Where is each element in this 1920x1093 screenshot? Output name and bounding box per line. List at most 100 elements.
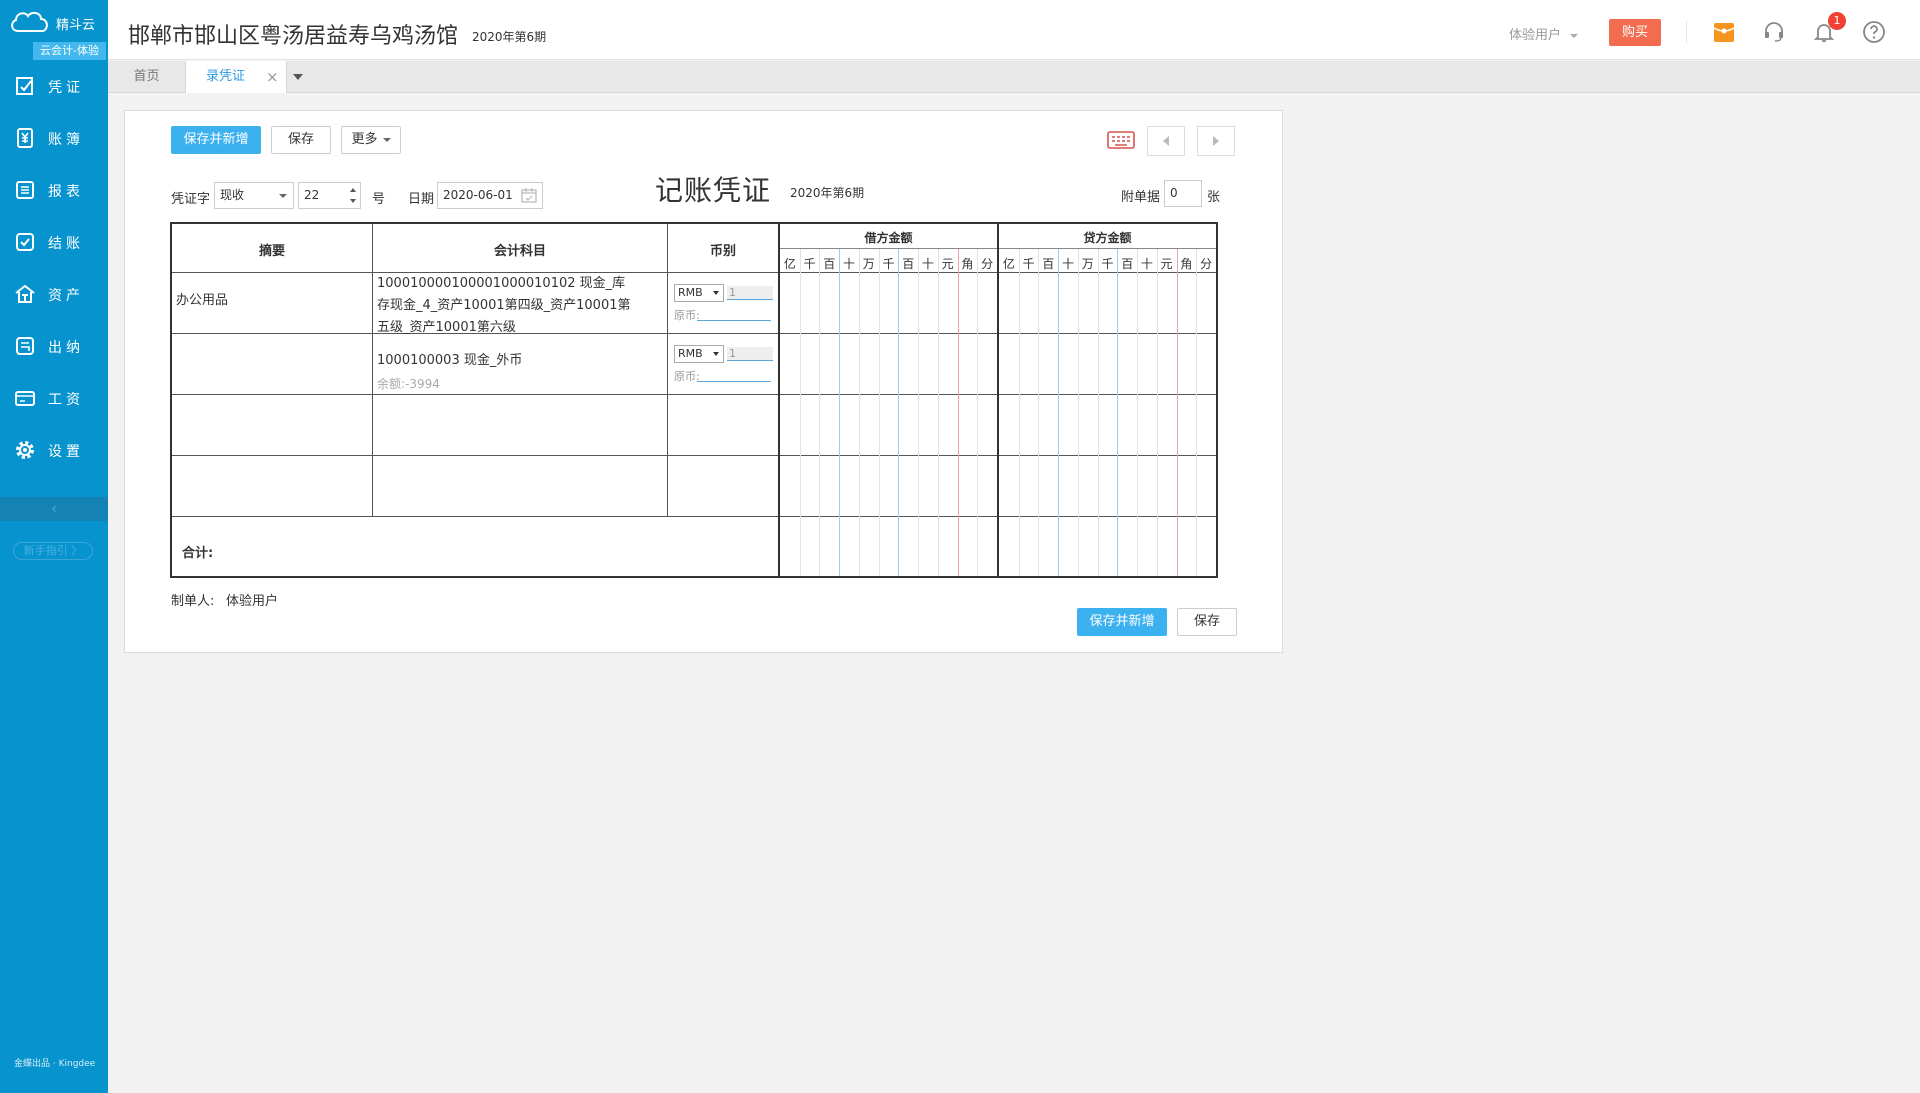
tab-record-voucher[interactable]: 录凭证 ×: [186, 61, 286, 93]
row4-summary[interactable]: [172, 456, 372, 515]
row2-exchange-rate[interactable]: 1: [727, 347, 773, 361]
cashier-icon: [16, 337, 34, 355]
currency-column-header: 币别: [709, 244, 736, 259]
stepper-arrows-icon[interactable]: [349, 186, 357, 205]
top-header: 邯郸市邯山区粤汤居益寿乌鸡汤馆 2020年第6期 体验用户 购买 1: [108, 0, 1920, 60]
digit-column-line: [1018, 249, 1020, 576]
row1-exchange-rate[interactable]: 1: [727, 286, 773, 300]
sidebar-item-label: 结账: [48, 236, 84, 252]
row1-summary[interactable]: 办公用品: [176, 290, 228, 312]
sidebar-collapse-toggle[interactable]: ‹: [0, 497, 108, 521]
tab-home[interactable]: 首页: [108, 61, 186, 93]
row2-balance: 余额:-3994: [377, 377, 440, 391]
close-icon[interactable]: ×: [266, 61, 279, 93]
debit-digit-header: 千: [803, 257, 816, 271]
sidebar-item-asset[interactable]: 资产: [0, 274, 108, 314]
column-divider: [667, 224, 668, 516]
credit-column-header: 贷方金额: [1083, 231, 1132, 245]
sidebar-item-report[interactable]: 报表: [0, 170, 108, 210]
credit-digit-header: 分: [1200, 257, 1213, 271]
report-icon: [16, 181, 34, 199]
date-value: 2020-06-01: [443, 188, 513, 202]
voucher-word-value: 现收: [220, 188, 245, 202]
row3-account[interactable]: [373, 395, 667, 454]
logo-text: 精斗云: [56, 18, 96, 33]
digit-column-line: [1137, 249, 1139, 576]
credit-digit-header: 百: [1121, 257, 1134, 271]
sidebar-item-label: 工资: [48, 392, 84, 408]
row1-currency-select[interactable]: RMB: [674, 284, 724, 302]
row2-account[interactable]: 1000100003 现金_外币: [377, 350, 522, 372]
red-packet-icon[interactable]: [1712, 20, 1736, 44]
save-and-new-button-bottom[interactable]: 保存并新增: [1077, 608, 1167, 636]
edition-badge: 云会计-体验: [33, 42, 106, 60]
debit-digit-header: 分: [981, 257, 994, 271]
save-and-new-button[interactable]: 保存并新增: [171, 126, 261, 154]
sidebar-item-label: 出纳: [48, 340, 84, 356]
previous-voucher-button[interactable]: [1147, 126, 1185, 156]
buy-button[interactable]: 购买: [1609, 19, 1661, 46]
tab-dropdown-toggle[interactable]: [286, 61, 308, 93]
row4-account[interactable]: [373, 456, 667, 515]
calendar-icon[interactable]: [521, 188, 537, 203]
digit-column-line: [1077, 249, 1079, 576]
sidebar-item-close-books[interactable]: 结账: [0, 222, 108, 262]
sidebar-item-salary[interactable]: 工资: [0, 378, 108, 418]
cloud-logo-icon: [11, 11, 48, 32]
digit-column-line: [957, 249, 959, 576]
user-name: 体验用户: [1509, 28, 1562, 43]
row2-original-currency-label: 原币:: [674, 370, 700, 383]
company-title: 邯郸市邯山区粤汤居益寿乌鸡汤馆: [128, 24, 459, 49]
chevron-down-icon: [1570, 33, 1579, 38]
sidebar-item-ledger[interactable]: 账簿: [0, 118, 108, 158]
creator-value: 体验用户: [226, 594, 279, 609]
voucher-word-label: 凭证字: [171, 192, 211, 207]
digit-column-line: [1058, 249, 1060, 576]
digit-column-line: [937, 249, 939, 576]
row1-original-amount-input[interactable]: [697, 308, 771, 321]
app-logo[interactable]: 精斗云: [8, 8, 103, 36]
more-dropdown[interactable]: 更多: [341, 126, 401, 154]
chevron-right-icon: [1213, 136, 1219, 146]
voucher-number-suffix: 号: [372, 192, 386, 207]
sidebar-item-cashier[interactable]: 出纳: [0, 326, 108, 366]
sidebar-item-label: 资产: [48, 288, 84, 304]
sidebar-item-voucher[interactable]: 凭证: [0, 66, 108, 106]
credit-digit-header: 万: [1081, 257, 1094, 271]
column-divider: [997, 224, 999, 576]
row-divider: [172, 333, 1216, 334]
tab-bar: 首页 录凭证 ×: [108, 61, 1920, 93]
keyboard-icon[interactable]: [1107, 131, 1135, 149]
help-icon[interactable]: [1862, 20, 1886, 44]
total-label: 合计:: [182, 546, 214, 561]
sidebar-item-label: 账簿: [48, 132, 84, 148]
save-button[interactable]: 保存: [271, 126, 331, 154]
next-voucher-button[interactable]: [1197, 126, 1235, 156]
row2-currency-select[interactable]: RMB: [674, 345, 724, 363]
date-picker[interactable]: 2020-06-01: [437, 182, 543, 209]
ledger-icon: [17, 128, 33, 148]
tab-label: 录凭证: [206, 69, 246, 84]
sidebar-item-settings[interactable]: 设置: [0, 430, 108, 470]
digit-column-line: [819, 249, 821, 576]
row2-original-amount-input[interactable]: [697, 369, 771, 382]
account-column-header: 会计科目: [493, 244, 546, 259]
row3-summary[interactable]: [172, 395, 372, 454]
row1-account[interactable]: 100010000100001000010102 现金_库存现金_4_资产100…: [377, 273, 637, 339]
attachment-count-input[interactable]: 0: [1164, 180, 1202, 207]
salary-icon: [15, 391, 35, 406]
user-menu[interactable]: 体验用户: [1509, 24, 1579, 43]
digit-column-line: [858, 249, 860, 576]
voucher-number-stepper[interactable]: 22: [298, 182, 361, 209]
customer-service-icon[interactable]: [1762, 20, 1786, 44]
digit-column-line: [898, 249, 900, 576]
voucher-word-select[interactable]: 现收: [214, 182, 294, 209]
sidebar-item-label: 设置: [48, 444, 84, 460]
beginner-guide-button[interactable]: 新手指引 〉: [13, 542, 93, 560]
column-divider: [778, 224, 780, 576]
credit-digit-header: 千: [1022, 257, 1035, 271]
row1-original-currency-label: 原币:: [674, 309, 700, 322]
digit-column-line: [1156, 249, 1158, 576]
save-button-bottom[interactable]: 保存: [1177, 608, 1237, 636]
gear-icon: [16, 441, 34, 459]
